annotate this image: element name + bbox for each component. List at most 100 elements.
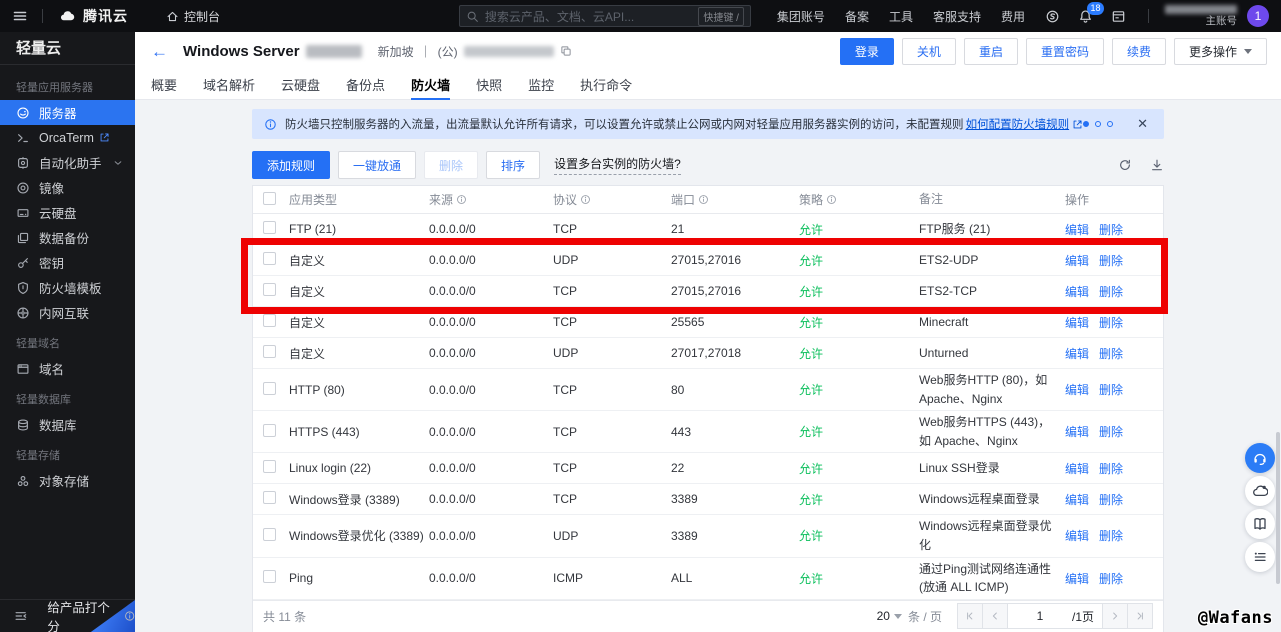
edit-link[interactable]: 编辑 <box>1065 493 1089 507</box>
row-checkbox[interactable] <box>263 382 276 395</box>
page-size-select[interactable]: 20 <box>877 609 902 623</box>
row-checkbox[interactable] <box>263 283 276 296</box>
account-info[interactable]: 主账号 <box>1165 5 1237 27</box>
edit-link[interactable]: 编辑 <box>1065 347 1089 361</box>
info-icon[interactable] <box>580 194 591 205</box>
delete-link[interactable]: 删除 <box>1099 223 1123 237</box>
banner-close-icon[interactable]: ✕ <box>1137 116 1148 132</box>
avatar[interactable]: 1 <box>1247 5 1269 27</box>
info-icon[interactable] <box>456 194 467 205</box>
reset-password-button[interactable]: 重置密码 <box>1026 38 1104 65</box>
edit-link[interactable]: 编辑 <box>1065 316 1089 330</box>
sidebar-item-network[interactable]: 内网互联 <box>0 300 135 325</box>
sidebar-item-image[interactable]: 镜像 <box>0 175 135 200</box>
console-panel-icon[interactable] <box>1111 9 1126 24</box>
topbar-menu-item[interactable]: 客服支持 <box>933 8 981 25</box>
shutdown-button[interactable]: 关机 <box>902 38 956 65</box>
notifications-bell-icon[interactable]: 18 <box>1078 9 1093 24</box>
row-checkbox[interactable] <box>263 570 276 583</box>
delete-link[interactable]: 删除 <box>1099 493 1123 507</box>
sidebar-item-backup[interactable]: 数据备份 <box>0 225 135 250</box>
scrollbar-thumb[interactable] <box>1276 432 1280 584</box>
tab-云硬盘[interactable]: 云硬盘 <box>281 70 320 99</box>
first-page-button[interactable] <box>957 603 983 629</box>
edit-link[interactable]: 编辑 <box>1065 383 1089 397</box>
banner-dot[interactable] <box>1095 121 1101 127</box>
info-icon[interactable] <box>826 194 837 205</box>
allow-all-button[interactable]: 一键放通 <box>338 151 416 179</box>
collapse-sidebar-icon[interactable] <box>14 609 27 623</box>
login-button[interactable]: 登录 <box>840 38 894 65</box>
row-checkbox[interactable] <box>263 252 276 265</box>
renew-button[interactable]: 续费 <box>1112 38 1166 65</box>
topbar-menu-item[interactable]: 工具 <box>889 8 913 25</box>
edit-link[interactable]: 编辑 <box>1065 572 1089 586</box>
console-link[interactable]: 控制台 <box>166 8 220 25</box>
topbar-menu-item[interactable]: 费用 <box>1001 8 1025 25</box>
tab-监控[interactable]: 监控 <box>528 70 554 99</box>
sidebar-item-database[interactable]: 数据库 <box>0 412 135 437</box>
sidebar-item-key[interactable]: 密钥 <box>0 250 135 275</box>
delete-link[interactable]: 删除 <box>1099 285 1123 299</box>
next-page-button[interactable] <box>1102 603 1128 629</box>
tab-概要[interactable]: 概要 <box>151 70 177 99</box>
tab-执行命令[interactable]: 执行命令 <box>580 70 632 99</box>
delete-link[interactable]: 删除 <box>1099 316 1123 330</box>
topbar-menu-item[interactable]: 集团账号 <box>777 8 825 25</box>
delete-link[interactable]: 删除 <box>1099 462 1123 476</box>
refresh-icon[interactable] <box>1118 158 1132 172</box>
delete-link[interactable]: 删除 <box>1099 383 1123 397</box>
docs-button[interactable] <box>1245 509 1275 539</box>
global-search-input[interactable]: 搜索云产品、文档、云API... 快捷键 / <box>459 5 751 27</box>
row-checkbox[interactable] <box>263 491 276 504</box>
banner-dot-active[interactable] <box>1083 121 1089 127</box>
delete-link[interactable]: 删除 <box>1099 529 1123 543</box>
edit-link[interactable]: 编辑 <box>1065 223 1089 237</box>
tencent-cloud-logo[interactable]: 腾讯云 <box>57 6 128 26</box>
sidebar-item-server[interactable]: 服务器 <box>0 100 135 125</box>
delete-link[interactable]: 删除 <box>1099 347 1123 361</box>
more-actions-button[interactable]: 更多操作 <box>1174 38 1267 65</box>
sidebar-item-domain[interactable]: 域名 <box>0 356 135 381</box>
feedback-list-button[interactable] <box>1245 542 1275 572</box>
tab-备份点[interactable]: 备份点 <box>346 70 385 99</box>
sort-button[interactable]: 排序 <box>486 151 540 179</box>
row-checkbox[interactable] <box>263 528 276 541</box>
row-checkbox[interactable] <box>263 460 276 473</box>
tab-快照[interactable]: 快照 <box>476 70 502 99</box>
prev-page-button[interactable] <box>982 603 1008 629</box>
sidebar-item-disk[interactable]: 云硬盘 <box>0 200 135 225</box>
sidebar-item-storage[interactable]: 对象存储 <box>0 468 135 493</box>
topbar-menu-item[interactable]: 备案 <box>845 8 869 25</box>
edit-link[interactable]: 编辑 <box>1065 529 1089 543</box>
firewall-rules-help-link[interactable]: 如何配置防火墙规则 <box>966 116 1084 132</box>
delete-button[interactable]: 删除 <box>424 151 478 179</box>
tab-防火墙[interactable]: 防火墙 <box>411 70 450 99</box>
download-icon[interactable] <box>1150 158 1164 172</box>
row-checkbox[interactable] <box>263 345 276 358</box>
back-arrow-icon[interactable]: ← <box>151 43 168 60</box>
rate-product-link[interactable]: 给产品打个分 <box>47 599 135 632</box>
edit-link[interactable]: 编辑 <box>1065 462 1089 476</box>
row-checkbox[interactable] <box>263 314 276 327</box>
hamburger-menu-icon[interactable] <box>12 8 28 24</box>
restart-button[interactable]: 重启 <box>964 38 1018 65</box>
last-page-button[interactable] <box>1127 603 1153 629</box>
customer-service-button[interactable] <box>1245 443 1275 473</box>
row-checkbox[interactable] <box>263 424 276 437</box>
sidebar-item-terminal[interactable]: OrcaTerm <box>0 125 135 150</box>
edit-link[interactable]: 编辑 <box>1065 425 1089 439</box>
edit-link[interactable]: 编辑 <box>1065 254 1089 268</box>
select-all-checkbox[interactable] <box>263 192 276 205</box>
page-input[interactable]: 1 /1页 <box>1007 603 1103 629</box>
edit-link[interactable]: 编辑 <box>1065 285 1089 299</box>
banner-dot[interactable] <box>1107 121 1113 127</box>
delete-link[interactable]: 删除 <box>1099 425 1123 439</box>
add-rule-button[interactable]: 添加规则 <box>252 151 330 179</box>
delete-link[interactable]: 删除 <box>1099 254 1123 268</box>
info-icon[interactable] <box>698 194 709 205</box>
sidebar-item-automation[interactable]: 自动化助手 <box>0 150 135 175</box>
row-checkbox[interactable] <box>263 221 276 234</box>
copy-icon[interactable] <box>560 45 572 57</box>
delete-link[interactable]: 删除 <box>1099 572 1123 586</box>
